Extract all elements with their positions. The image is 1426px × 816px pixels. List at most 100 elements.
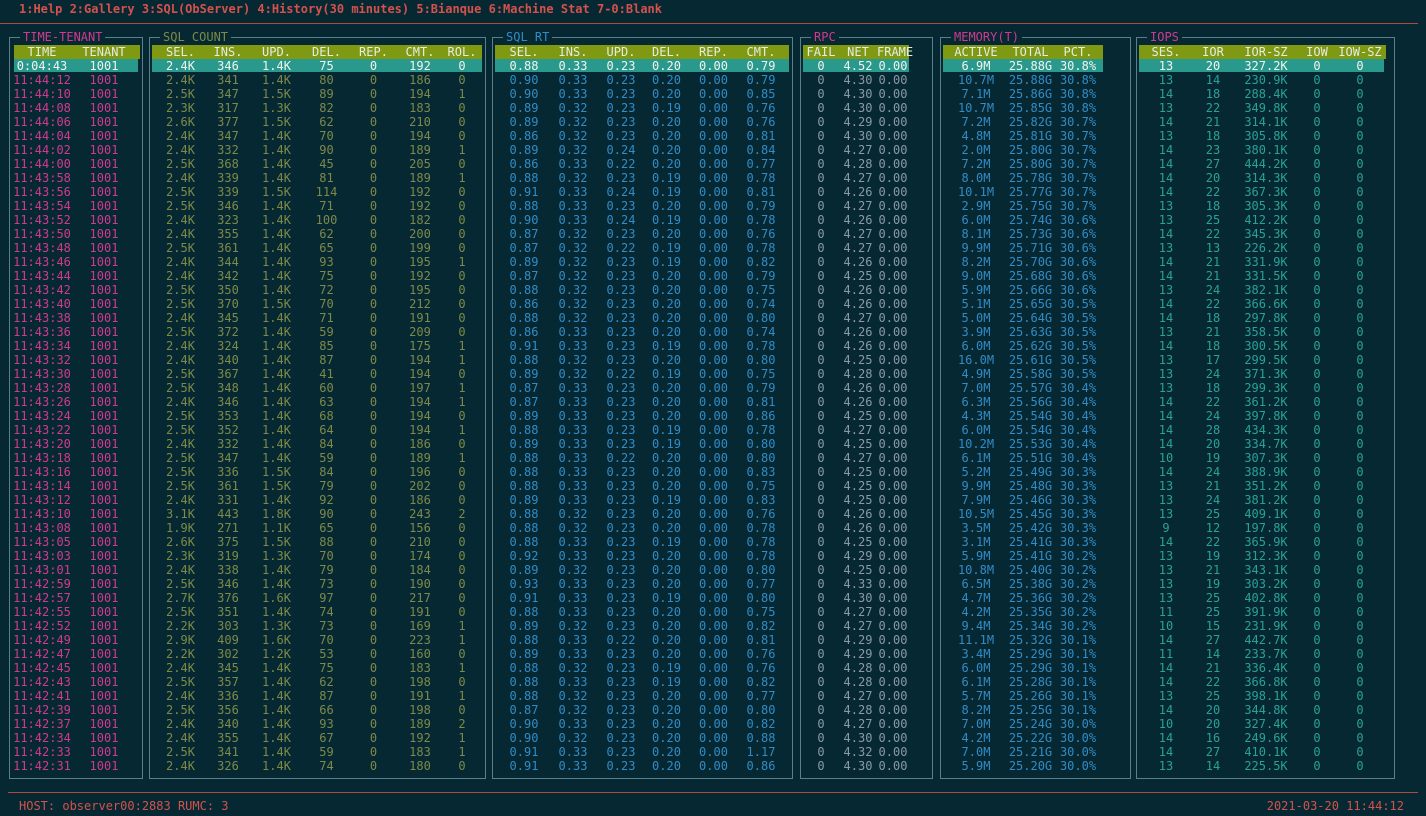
iops-cell: 24: [1205, 465, 1221, 479]
memory-cell: 4.7M: [961, 591, 991, 605]
sql-count-cell: 326: [217, 759, 239, 773]
sql-rt-cell: 0.20: [652, 563, 681, 577]
sql-count-column-header[interactable]: INS.: [208, 45, 248, 59]
sql-count-cell: 1.1K: [262, 521, 291, 535]
sql-count-cell: 323: [217, 213, 239, 227]
sql-count-cell: 210: [409, 115, 431, 129]
iops-cell: 25: [1205, 507, 1221, 521]
iops-column-header[interactable]: IOW-SZ: [1335, 45, 1385, 59]
iops-cell: 343.1K: [1244, 563, 1288, 577]
iops-cell: 14: [1158, 185, 1174, 199]
sql-rt-column-header[interactable]: REP.: [691, 45, 736, 59]
sql-rt-column-header[interactable]: CMT.: [736, 45, 786, 59]
rpc-column-header[interactable]: FRAME: [877, 45, 913, 59]
sql-count-column-header[interactable]: CMT.: [395, 45, 445, 59]
sql-count-cell: 0: [369, 745, 378, 759]
sql-count-cell: 0: [458, 409, 466, 423]
sql-count-cell: 0: [458, 325, 466, 339]
memory-cell: 5.7M: [961, 689, 991, 703]
sql-count-cell: 0: [369, 339, 378, 353]
rpc-cell: 0: [817, 717, 825, 731]
sql-count-column-header[interactable]: ROL.: [446, 45, 478, 59]
time-tenant-cell: 1001: [89, 73, 119, 87]
function-key-menu[interactable]: 1:Help 2:Gallery 3:SQL(ObServer) 4:Histo…: [19, 1, 662, 17]
sql-count-cell: 0: [369, 143, 378, 157]
time-tenant-column-header[interactable]: TIME: [13, 45, 71, 59]
memory-cell: 25.62G: [1008, 339, 1053, 353]
iops-cell: 0: [1356, 493, 1364, 507]
sql-rt-column-header[interactable]: INS.: [552, 45, 594, 59]
sql-rt-cell: 0.00: [699, 521, 728, 535]
sql-rt-cell: 0.33: [558, 633, 588, 647]
iops-cell: 0: [1313, 661, 1321, 675]
sql-rt-cell: 0.88: [509, 633, 539, 647]
iops-panel[interactable]: IOPS SES. IOR IOR-SZ IOW IOW-SZ 13 20 327.2K 0 0 13…: [1136, 29, 1395, 779]
sql-rt-cell: 0.32: [558, 101, 588, 115]
sql-rt-panel[interactable]: SQL RT SEL. INS. UPD. DEL. REP. CMT. 0.88 0.33 0.…: [492, 29, 793, 779]
time-tenant-cell: 1001: [89, 437, 119, 451]
rpc-cell: 4.27: [843, 227, 873, 241]
sql-count-panel[interactable]: SQL COUNT SEL. INS. UPD. DEL. REP. CMT. ROL. 2.4…: [149, 29, 486, 779]
sql-count-cell: 84: [319, 465, 334, 479]
rpc-column-header[interactable]: FAIL: [802, 45, 840, 59]
iops-cell: 13: [1158, 591, 1174, 605]
sql-rt-cell: 0.19: [652, 171, 681, 185]
iops-column-header[interactable]: IOR-SZ: [1235, 45, 1297, 59]
sql-count-cell: 189: [409, 451, 431, 465]
time-tenant-cell: 11:42:39: [13, 703, 71, 717]
rpc-column-header[interactable]: NET: [839, 45, 877, 59]
memory-column-header[interactable]: PCT.: [1054, 45, 1102, 59]
sql-count-cell: 0: [369, 241, 378, 255]
sql-rt-column-header[interactable]: SEL.: [495, 45, 553, 59]
sql-count-cell: 194: [409, 409, 431, 423]
sql-rt-cell: 0.19: [652, 185, 681, 199]
memory-cell: 25.25G: [1008, 703, 1053, 717]
sql-count-cell: 1.4K: [262, 437, 291, 451]
sql-rt-cell: 0.88: [509, 59, 539, 73]
time-tenant-panel[interactable]: TIME-TENANT TIME TENANT 0:04:43 1001 11:44:12…: [9, 29, 143, 779]
sql-count-cell: 1: [458, 689, 466, 703]
memory-column-header[interactable]: ACTIVE: [946, 45, 1006, 59]
rpc-cell: 4.25: [843, 353, 873, 367]
time-tenant-cell: 1001: [89, 283, 119, 297]
rpc-cell: 0: [817, 283, 825, 297]
sql-count-cell: 2.5K: [166, 409, 195, 423]
sql-count-column-header[interactable]: DEL.: [304, 45, 349, 59]
memory-cell: 25.26G: [1008, 689, 1053, 703]
rpc-cell: 4.26: [843, 381, 873, 395]
memory-column-header[interactable]: TOTAL: [1008, 45, 1053, 59]
sql-count-cell: 205: [409, 157, 431, 171]
iops-cell: 382.1K: [1244, 283, 1288, 297]
time-tenant-cell: 1001: [89, 605, 119, 619]
sql-rt-cell: 0.00: [699, 367, 728, 381]
time-tenant-column-header[interactable]: TENANT: [76, 45, 132, 59]
rpc-cell: 4.30: [843, 591, 873, 605]
sql-count-cell: 41: [319, 367, 334, 381]
memory-cell: 30.3%: [1059, 465, 1097, 479]
sql-rt-cell: 0.32: [558, 353, 588, 367]
iops-cell: 366.8K: [1244, 675, 1288, 689]
sql-count-column-header[interactable]: UPD.: [250, 45, 303, 59]
sql-rt-column-header[interactable]: DEL.: [644, 45, 689, 59]
memory-panel[interactable]: MEMORY(T) ACTIVE TOTAL PCT. 6.9M 25.88G 30.8% 1…: [940, 29, 1131, 779]
time-tenant-cell: 1001: [89, 255, 119, 269]
iops-cell: 0: [1356, 213, 1364, 227]
rpc-cell: 4.30: [843, 759, 873, 773]
sql-count-column-header[interactable]: REP.: [352, 45, 395, 59]
iops-column-header[interactable]: SES.: [1139, 45, 1193, 59]
sql-rt-cell: 0.19: [652, 101, 681, 115]
sql-rt-column-header[interactable]: UPD.: [599, 45, 643, 59]
rpc-cell: 4.29: [843, 549, 873, 563]
rpc-panel[interactable]: RPC FAIL NET FRAME 0 4.52 0.00 0 4.30 0.00 0 4.30 0.…: [800, 29, 933, 779]
rpc-cell: 0: [817, 731, 825, 745]
iops-column-header[interactable]: IOR: [1197, 45, 1229, 59]
iops-cell: 0: [1356, 507, 1364, 521]
sql-count-cell: 209: [409, 325, 431, 339]
iops-column-header[interactable]: IOW: [1303, 45, 1331, 59]
sql-rt-cell: 0.00: [699, 227, 728, 241]
sql-count-column-header[interactable]: SEL.: [152, 45, 209, 59]
sql-rt-cell: 0.00: [699, 283, 728, 297]
memory-cell: 30.6%: [1059, 213, 1097, 227]
sql-rt-cell: 0.78: [746, 549, 776, 563]
sql-count-cell: 2.5K: [166, 465, 195, 479]
